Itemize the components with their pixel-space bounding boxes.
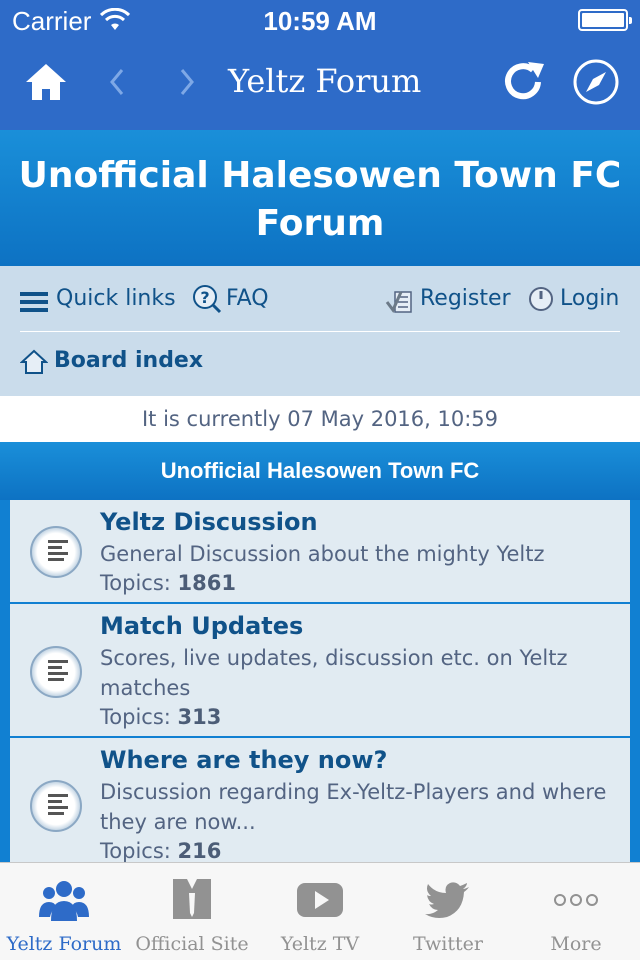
browser-nav-bar: Yeltz Forum [0, 40, 640, 130]
status-bar: Carrier 10:59 AM [0, 0, 640, 40]
quick-links-link[interactable]: Quick links [56, 286, 176, 311]
tab-yeltz-tv[interactable]: Yeltz TV [256, 863, 384, 960]
play-icon [297, 883, 343, 917]
forum-description: Discussion regarding Ex-Yeltz-Players an… [100, 780, 607, 834]
topics-count: Topics: 313 [100, 705, 222, 729]
tab-official-site[interactable]: Official Site [128, 863, 256, 960]
topics-count: Topics: 216 [100, 839, 222, 862]
forum-name[interactable]: Match Updates [100, 612, 303, 640]
refresh-icon[interactable] [500, 60, 548, 104]
board-home-icon[interactable] [20, 348, 48, 376]
forum-name[interactable]: Where are they now? [100, 746, 387, 774]
forum-title: Unofficial Halesowen Town FC Forum [18, 155, 622, 244]
forum-read-icon [30, 780, 82, 832]
faq-link[interactable]: FAQ [226, 286, 269, 311]
login-link[interactable]: Login [560, 286, 619, 311]
group-icon [39, 881, 89, 921]
nav-links-row: Quick links ? FAQ Register Login [20, 284, 620, 332]
tab-label: Yeltz Forum [6, 933, 122, 955]
forum-row[interactable]: Yeltz Discussion General Discussion abou… [10, 500, 630, 604]
tab-label: More [550, 933, 602, 955]
tab-more[interactable]: More [512, 863, 640, 960]
register-check-icon[interactable] [385, 286, 415, 316]
forum-row[interactable]: Where are they now? Discussion regarding… [10, 738, 630, 862]
shirt-icon [173, 879, 211, 919]
back-chevron-icon[interactable] [104, 64, 132, 100]
forum-header: Unofficial Halesowen Town FC Forum [0, 130, 640, 266]
tab-label: Official Site [135, 933, 249, 955]
forum-read-icon [30, 646, 82, 698]
top-bar: Carrier 10:59 AM Yeltz Forum [0, 0, 640, 130]
category-header[interactable]: Unofficial Halesowen Town FC [0, 442, 640, 500]
nav-title: Yeltz Forum [228, 62, 422, 100]
forum-description: Scores, live updates, discussion etc. on… [100, 646, 568, 700]
forum-navigation: Quick links ? FAQ Register Login Board i… [0, 266, 640, 396]
hamburger-icon[interactable] [20, 292, 48, 312]
faq-question-icon[interactable]: ? [192, 284, 222, 314]
forum-description: General Discussion about the mighty Yelt… [100, 542, 545, 566]
forum-read-icon [30, 526, 82, 578]
forum-name[interactable]: Yeltz Discussion [100, 508, 318, 536]
tab-twitter[interactable]: Twitter [384, 863, 512, 960]
forum-list: Yeltz Discussion General Discussion abou… [0, 500, 640, 862]
clock: 10:59 AM [263, 6, 377, 36]
board-index-link[interactable]: Board index [54, 348, 203, 373]
register-link[interactable]: Register [420, 286, 511, 311]
compass-icon[interactable] [572, 58, 620, 106]
battery-icon [578, 9, 632, 31]
tab-label: Yeltz TV [280, 933, 360, 955]
twitter-bird-icon [425, 882, 469, 918]
more-dots-icon [554, 894, 598, 906]
home-icon[interactable] [24, 62, 68, 102]
forward-chevron-icon[interactable] [172, 64, 200, 100]
topics-count: Topics: 1861 [100, 571, 236, 595]
tab-bar: Yeltz Forum Official Site Yeltz TV Twitt… [0, 862, 640, 960]
svg-text:?: ? [200, 288, 209, 307]
current-time: It is currently 07 May 2016, 10:59 [0, 396, 640, 442]
power-icon[interactable] [528, 286, 554, 312]
tab-label: Twitter [413, 933, 483, 955]
tab-yeltz-forum[interactable]: Yeltz Forum [0, 863, 128, 960]
forum-row[interactable]: Match Updates Scores, live updates, disc… [10, 604, 630, 738]
